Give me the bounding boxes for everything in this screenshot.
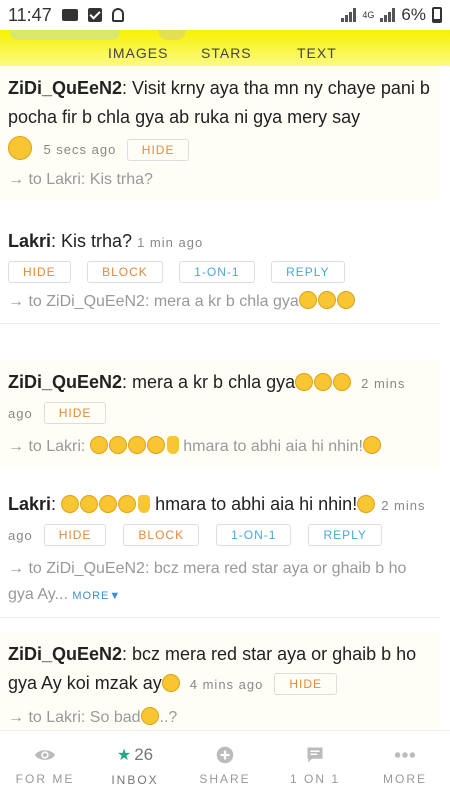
clock: 11:47 (8, 4, 52, 25)
battery-percent: 6% (401, 5, 426, 24)
dots-icon (394, 751, 416, 758)
username[interactable]: ZiDi_QuEeN2 (8, 78, 122, 98)
laughing-emoji-icon (89, 435, 108, 454)
emoji-icon (8, 136, 32, 160)
network-type: 4G (362, 9, 375, 20)
signal-icon-2 (380, 8, 396, 22)
hide-button[interactable]: HIDE (43, 524, 107, 547)
crying-emoji-icon (314, 372, 333, 391)
star-icon: ★ (116, 746, 132, 764)
block-button[interactable]: BLOCK (87, 260, 163, 283)
reply-to[interactable]: → to ZiDi_QuEeN2: mera a kr b chla gya (8, 289, 432, 315)
nav-share[interactable]: SHARE (180, 731, 270, 800)
hide-button[interactable]: HIDE (43, 402, 107, 425)
message-text: ZiDi_QuEeN2: bcz mera red star aya or gh… (8, 640, 432, 699)
timestamp: 1 min ago (137, 234, 204, 250)
reply-to[interactable]: → to Lakri: Kis trha? (8, 167, 432, 193)
ok-hand-icon (138, 494, 151, 513)
laughing-emoji-icon (146, 435, 165, 454)
status-bar: 11:47 4G 6% (0, 0, 450, 30)
username[interactable]: Lakri (8, 231, 51, 251)
eye-icon (34, 749, 56, 760)
plus-circle-icon (216, 746, 234, 763)
nav-more[interactable]: MORE (360, 731, 450, 800)
message-text: Lakri: hmara to abhi aia hi nhin! 2 mins… (8, 490, 432, 550)
list-item: Lakri: hmara to abhi aia hi nhin! 2 mins… (0, 481, 440, 618)
list-item: ZiDi_QuEeN2: mera a kr b chla gya 2 mins… (0, 359, 440, 468)
bell-icon (111, 8, 124, 22)
hide-button[interactable]: HIDE (8, 260, 71, 283)
timestamp: 5 secs ago (43, 142, 117, 157)
ok-hand-icon (166, 435, 179, 454)
laughing-emoji-icon (127, 435, 146, 454)
inbox-count: 26 (134, 744, 154, 764)
one-on-one-button[interactable]: 1-ON-1 (179, 260, 255, 283)
confused-emoji-icon (140, 706, 159, 725)
chat-bubble-icon (307, 747, 323, 762)
reply-to[interactable]: → to Lakri: hmara to abhi aia hi nhin! (8, 434, 432, 460)
tab-indicator (158, 30, 186, 40)
folder-icon (61, 9, 78, 21)
sweat-smile-emoji-icon (362, 435, 381, 454)
tab-images[interactable]: IMAGES (108, 45, 168, 61)
timestamp: 4 mins ago (189, 676, 264, 692)
nav-inbox[interactable]: ★ 26 INBOX (90, 731, 180, 800)
reply-to[interactable]: → to ZiDi_QuEeN2: bcz mera red star aya … (8, 556, 432, 609)
laughing-emoji-icon (99, 494, 118, 513)
battery-icon (432, 7, 442, 23)
list-item: ZiDi_QuEeN2: bcz mera red star aya or gh… (0, 631, 440, 730)
message-feed[interactable]: ZiDi_QuEeN2: Visit krny aya tha mn ny ch… (0, 66, 450, 730)
message-text: ZiDi_QuEeN2: mera a kr b chla gya 2 mins… (8, 368, 432, 428)
username[interactable]: Lakri (8, 494, 51, 514)
sweat-smile-emoji-icon (357, 494, 376, 513)
reply-button[interactable]: REPLY (271, 260, 345, 283)
message-text: Lakri: Kis trha? 1 min ago (8, 230, 204, 251)
hide-button[interactable]: HIDE (274, 673, 338, 696)
signal-icon (341, 8, 357, 22)
laughing-emoji-icon (61, 494, 80, 513)
username[interactable]: ZiDi_QuEeN2 (8, 372, 122, 392)
laughing-emoji-icon (161, 673, 180, 692)
hide-button[interactable]: HIDE (126, 138, 190, 161)
nav-for-me[interactable]: FOR ME (0, 731, 90, 800)
sad-emoji-icon (333, 372, 352, 391)
nav-one-on-one[interactable]: 1 ON 1 (270, 731, 360, 800)
username[interactable]: ZiDi_QuEeN2 (8, 644, 122, 664)
laughing-emoji-icon (108, 435, 127, 454)
laughing-emoji-icon (118, 494, 137, 513)
message-text: ZiDi_QuEeN2: Visit krny aya tha mn ny ch… (8, 78, 430, 127)
feed-tabs: IMAGES STARS TEXT (0, 30, 450, 66)
one-on-one-button[interactable]: 1-ON-1 (216, 524, 292, 547)
more-link[interactable]: MORE▼ (72, 590, 121, 602)
bottom-navigation: FOR ME ★ 26 INBOX SHARE 1 ON 1 MORE (0, 730, 450, 800)
crying-emoji-icon (295, 372, 314, 391)
reply-to[interactable]: → to Lakri: So bad..? (8, 705, 432, 730)
sad-emoji-icon (298, 290, 317, 309)
checkbox-icon (87, 8, 102, 22)
block-button[interactable]: BLOCK (123, 524, 200, 547)
sad-emoji-icon (317, 290, 336, 309)
list-item: Lakri: Kis trha? 1 min ago HIDE BLOCK 1-… (0, 218, 440, 324)
laughing-emoji-icon (80, 494, 99, 513)
tab-stars[interactable]: STARS (201, 45, 252, 61)
tab-text[interactable]: TEXT (297, 45, 337, 61)
sad-emoji-icon (336, 290, 355, 309)
reply-button[interactable]: REPLY (308, 524, 382, 547)
list-item: ZiDi_QuEeN2: Visit krny aya tha mn ny ch… (0, 66, 440, 201)
tab-decoration (10, 30, 120, 40)
